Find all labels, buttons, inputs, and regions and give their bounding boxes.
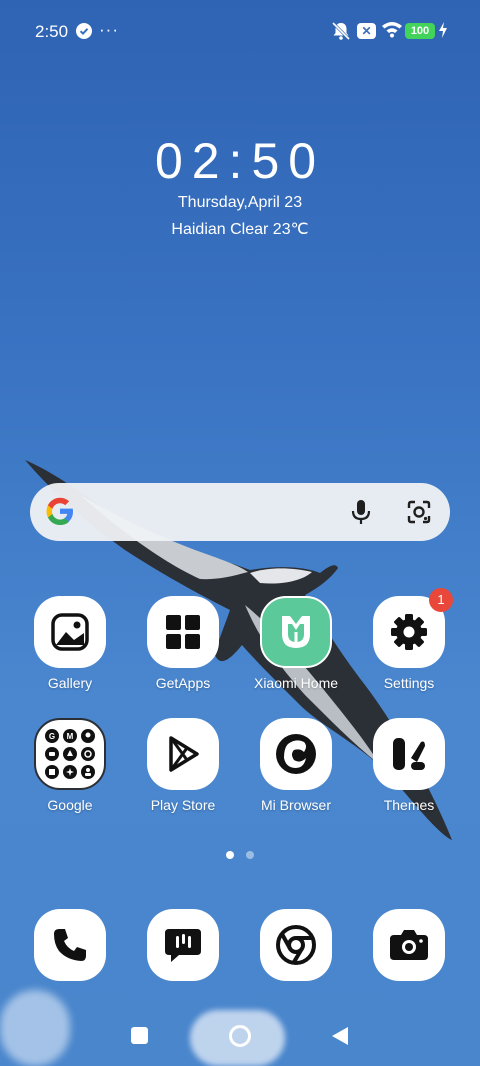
page-indicator-inactive	[246, 851, 254, 859]
page-indicator-active	[226, 851, 234, 859]
more-notifications-icon: ···	[99, 20, 119, 39]
svg-text:G: G	[49, 732, 55, 741]
app-label: Google	[47, 797, 93, 813]
app-label: Themes	[383, 797, 435, 813]
themes-icon[interactable]	[373, 718, 445, 790]
notification-badge: 1	[429, 588, 453, 612]
getapps-icon[interactable]	[147, 596, 219, 668]
charging-icon	[438, 21, 448, 44]
status-time: 2:50	[35, 22, 69, 41]
chrome-icon[interactable]	[260, 909, 332, 981]
home-button[interactable]	[229, 1025, 251, 1047]
status-bar: 2:50 ··· ✕ 100	[0, 0, 480, 62]
weather-text[interactable]: Haidian Clear 23℃	[0, 219, 480, 239]
app-themes[interactable]: Themes	[359, 718, 459, 813]
play-store-icon[interactable]	[147, 718, 219, 790]
sim-status-icon: ✕	[357, 23, 376, 39]
app-label: Xiaomi Home	[253, 675, 339, 691]
folder-google[interactable]: G M Google	[20, 718, 120, 813]
dock-camera[interactable]	[359, 909, 459, 981]
wifi-icon	[381, 20, 403, 43]
recents-button[interactable]	[131, 1027, 148, 1044]
phone-icon[interactable]	[34, 909, 106, 981]
app-mi-browser[interactable]: Mi Browser	[246, 718, 346, 813]
clock-widget-time[interactable]: 02:50	[0, 132, 480, 190]
app-settings[interactable]: 1 Settings	[359, 588, 459, 691]
dock-chrome[interactable]	[246, 909, 346, 981]
battery-indicator: 100	[405, 23, 435, 39]
verified-icon	[76, 23, 92, 39]
xiaomi-home-icon[interactable]	[260, 596, 332, 668]
camera-icon[interactable]	[373, 909, 445, 981]
gallery-icon[interactable]	[34, 596, 106, 668]
app-xiaomi-home[interactable]: Xiaomi Home	[246, 596, 346, 691]
clock-widget-date: Thursday,April 23	[177, 194, 303, 211]
app-gallery[interactable]: Gallery	[20, 596, 120, 691]
svg-text:M: M	[67, 732, 74, 741]
gear-icon[interactable]: 1	[373, 588, 453, 668]
app-label: Gallery	[47, 675, 93, 691]
voice-search-mic-icon[interactable]	[348, 498, 374, 531]
app-label: GetApps	[155, 675, 211, 691]
back-button[interactable]	[331, 1026, 349, 1051]
app-label: Play Store	[150, 797, 216, 813]
app-play-store[interactable]: Play Store	[133, 718, 233, 813]
wallpaper-cloud	[0, 990, 70, 1066]
app-label: Mi Browser	[260, 797, 331, 813]
app-label: Settings	[383, 675, 435, 691]
silent-bell-icon	[330, 21, 352, 46]
google-folder-icon[interactable]: G M	[34, 718, 106, 790]
google-lens-icon[interactable]	[405, 498, 433, 531]
mi-browser-icon[interactable]	[260, 718, 332, 790]
google-logo-icon	[43, 494, 77, 533]
dock-phone[interactable]	[20, 909, 120, 981]
dock-messages[interactable]	[133, 909, 233, 981]
messages-icon[interactable]	[147, 909, 219, 981]
app-getapps[interactable]: GetApps	[133, 596, 233, 691]
google-search-widget[interactable]	[30, 483, 450, 541]
